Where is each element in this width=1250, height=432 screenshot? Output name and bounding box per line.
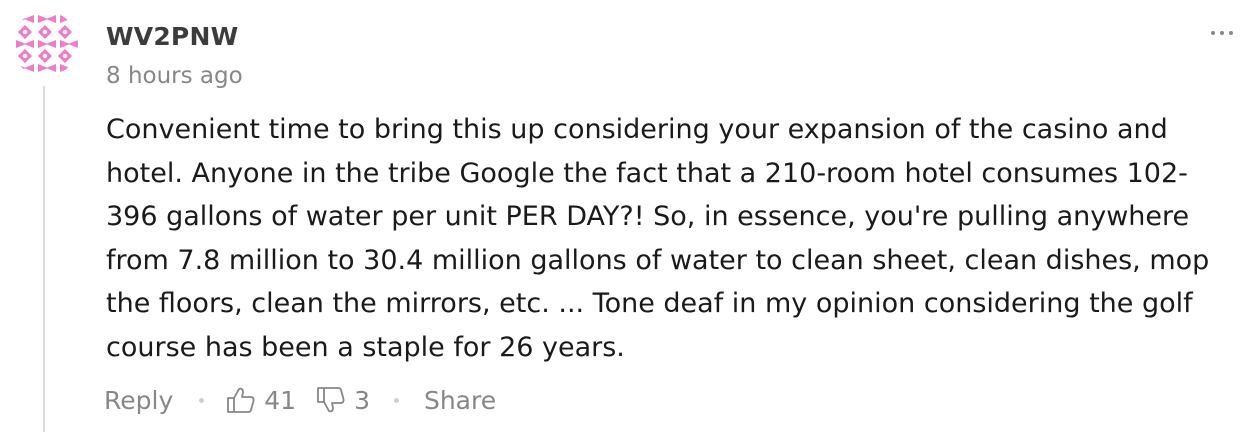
more-horizontal-icon-dot [1229, 31, 1233, 35]
upvote-count: 41 [264, 385, 297, 415]
thread-line[interactable] [43, 86, 45, 432]
more-horizontal-icon-dot [1220, 31, 1224, 35]
comment-actions: Reply 41 3 Share [104, 382, 496, 418]
avatar-pattern-icon [12, 11, 78, 77]
timestamp[interactable]: 8 hours ago [106, 63, 243, 89]
upvote-button[interactable] [226, 386, 256, 414]
downvote-button[interactable] [316, 386, 346, 414]
separator-dot [393, 397, 399, 403]
username[interactable]: WV2PNW [106, 22, 238, 51]
thumbs-down-icon [317, 387, 345, 413]
downvote-count: 3 [354, 385, 370, 415]
more-horizontal-icon [1211, 31, 1215, 35]
share-button[interactable]: Share [424, 386, 496, 415]
more-options-button[interactable] [1204, 26, 1240, 40]
comment-body: Convenient time to bring this up conside… [106, 114, 1210, 363]
thumbs-up-icon [227, 387, 255, 413]
avatar[interactable] [12, 11, 78, 77]
reply-button[interactable]: Reply [104, 386, 173, 415]
separator-dot [199, 397, 205, 403]
